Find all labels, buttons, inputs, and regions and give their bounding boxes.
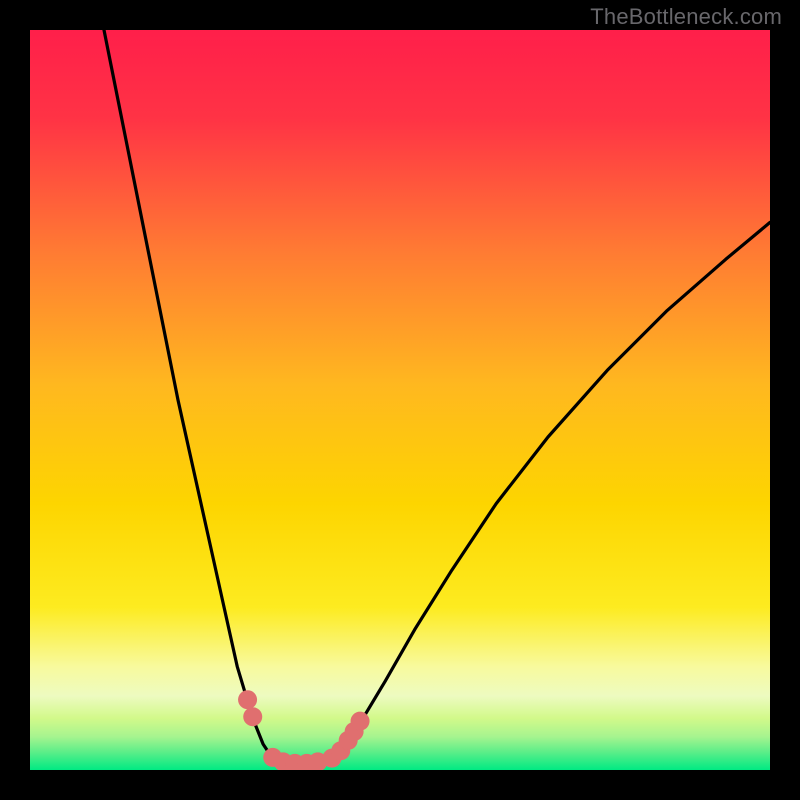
plot-area xyxy=(30,30,770,770)
marker-dot xyxy=(238,690,257,709)
marker-dot xyxy=(243,707,262,726)
gradient-bg xyxy=(30,30,770,770)
marker-dot xyxy=(351,712,370,731)
chart-svg xyxy=(30,30,770,770)
chart-frame: TheBottleneck.com xyxy=(0,0,800,800)
watermark-text: TheBottleneck.com xyxy=(590,4,782,30)
